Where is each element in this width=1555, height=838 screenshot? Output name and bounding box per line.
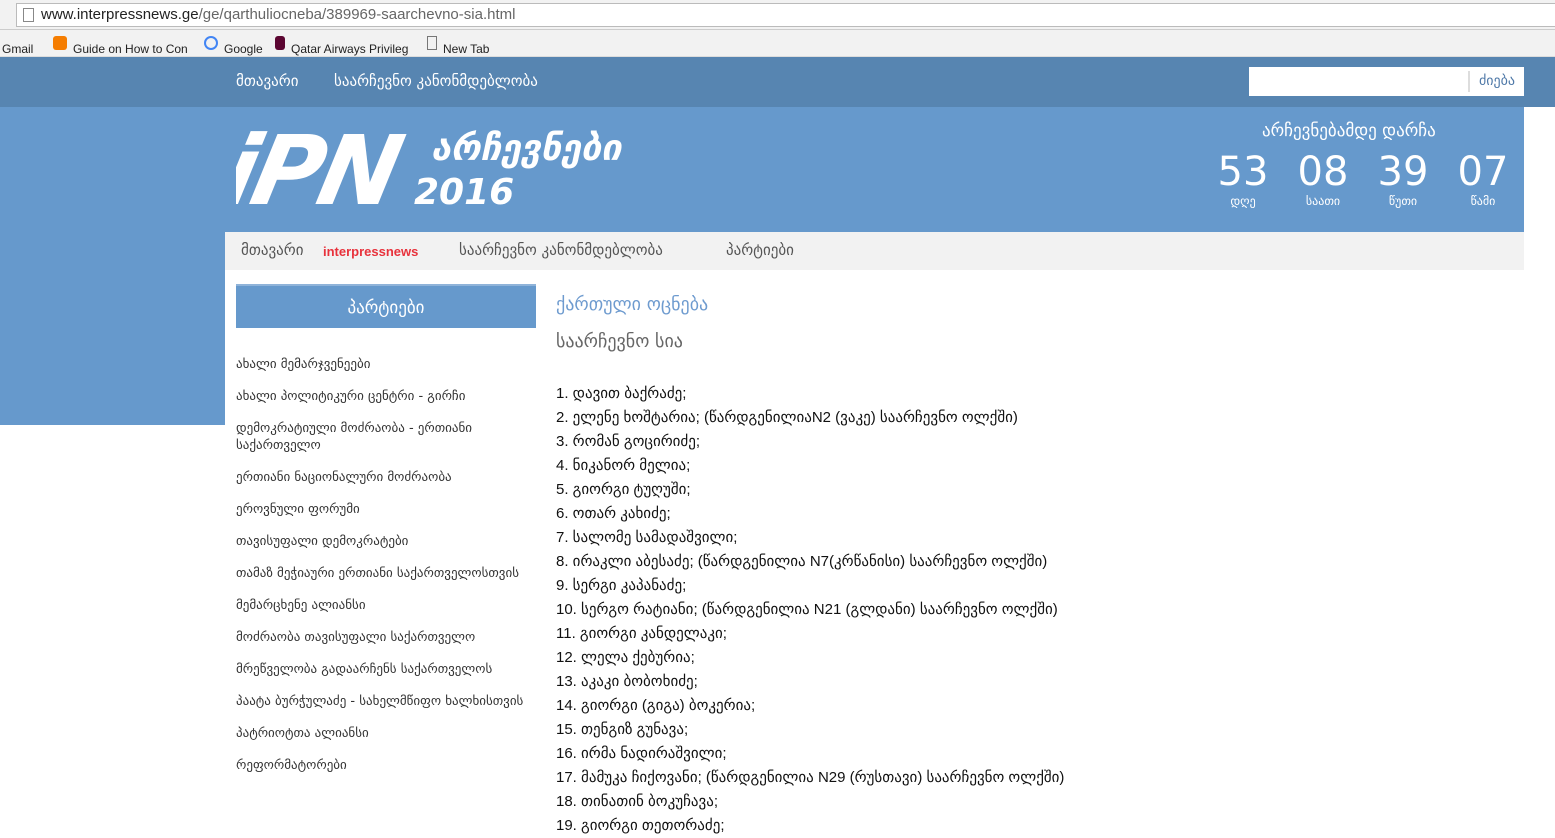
subnav-home[interactable]: მთავარი bbox=[241, 241, 303, 259]
candidate-item: 11. გიორგი კანდელაკი; bbox=[556, 625, 727, 642]
subnav-interpressnews[interactable]: interpressnews bbox=[323, 244, 418, 259]
countdown-days: 53 დღე bbox=[1217, 149, 1269, 208]
svg-text:2016: 2016 bbox=[414, 172, 514, 210]
sidebar-item[interactable]: პატრიოტთა ალიანსი bbox=[236, 725, 531, 742]
bookmark-new-tab[interactable]: New Tab bbox=[427, 36, 489, 56]
qatar-icon bbox=[275, 36, 285, 50]
sidebar-item[interactable]: თამაზ მეჭიაური ერთიანი საქართველოსთვის bbox=[236, 565, 531, 582]
candidate-item: 8. ირაკლი აბესაძე; (წარდგენილია N7(კრწან… bbox=[556, 553, 1048, 570]
address-bar[interactable]: www.interpressnews.ge/ge/qarthuliocneba/… bbox=[0, 0, 1555, 30]
party-list: ახალი მემარჯვენეები ახალი პოლიტიკური ცენ… bbox=[236, 356, 531, 789]
candidate-list: 1. დავით ბაქრაძე; 2. ელენე ხოშტარია; (წარ… bbox=[556, 382, 1064, 838]
candidate-item: 6. ოთარ კახიძე; bbox=[556, 505, 671, 522]
candidate-item: 10. სერგო რატიანი; (წარდგენილია N21 (გლდ… bbox=[556, 601, 1058, 618]
svg-text:არჩევნები: არჩევნები bbox=[431, 128, 624, 169]
search-input[interactable] bbox=[1249, 67, 1459, 96]
bookmark-qatar[interactable]: Qatar Airways Privileg bbox=[275, 36, 408, 56]
svg-text:iPN: iPN bbox=[236, 120, 411, 210]
candidate-item: 1. დავით ბაქრაძე; bbox=[556, 385, 687, 402]
subnav-election-law[interactable]: საარჩევნო კანონმდებლობა bbox=[459, 241, 663, 259]
candidate-item: 14. გიორგი (გიგა) ბოკერია; bbox=[556, 697, 756, 714]
candidate-item: 16. ირმა ნადირაშვილი; bbox=[556, 745, 727, 762]
ipn-logo[interactable]: iPN არჩევნები 2016 bbox=[213, 115, 686, 227]
candidate-item: 5. გიორგი ტუღუში; bbox=[556, 481, 691, 498]
subnav-parties[interactable]: პარტიები bbox=[726, 241, 794, 259]
sidebar-title[interactable]: პარტიები bbox=[236, 284, 536, 328]
sidebar-item[interactable]: პაატა ბურჭულაძე - სახელმწიფო ხალხისთვის bbox=[236, 693, 531, 710]
nav-home[interactable]: მთავარი bbox=[236, 72, 298, 90]
sidebar-item[interactable]: თავისუფალი დემოკრატები bbox=[236, 533, 531, 550]
sidebar-item[interactable]: მოძრაობა თავისუფალი საქართველო bbox=[236, 629, 531, 646]
countdown-hours: 08 საათი bbox=[1297, 149, 1349, 208]
sub-nav: მთავარი interpressnews საარჩევნო კანონმდ… bbox=[225, 232, 1524, 270]
sidebar-item[interactable]: რეფორმატორები bbox=[236, 757, 531, 774]
countdown-seconds: 07 წამი bbox=[1457, 149, 1509, 208]
candidate-item: 19. გიორგი თეთორაძე; bbox=[556, 817, 725, 834]
sidebar-item[interactable]: ეროვნული ფორუმი bbox=[236, 501, 531, 518]
logo-graphic: iPN არჩევნები 2016 bbox=[213, 115, 624, 227]
list-heading: საარჩევნო სია bbox=[556, 331, 683, 352]
candidate-item: 2. ელენე ხოშტარია; (წარდგენილიაN2 (ვაკე)… bbox=[556, 409, 1018, 426]
sidebar-item[interactable]: ერთიანი ნაციონალური მოძრაობა bbox=[236, 469, 531, 486]
bookmark-google[interactable]: Google bbox=[204, 36, 263, 56]
page-icon bbox=[427, 36, 437, 50]
sidebar-item[interactable]: მრეწველობა გადაარჩენს საქართველოს bbox=[236, 661, 531, 678]
countdown-minutes: 39 წუთი bbox=[1377, 149, 1429, 208]
candidate-item: 12. ლელა ქებურია; bbox=[556, 649, 695, 666]
sidebar-item[interactable]: ახალი მემარჯვენეები bbox=[236, 356, 531, 373]
bookmarks-bar: Gmail Guide on How to Con Google Qatar A… bbox=[0, 30, 1555, 57]
candidate-item: 15. თენგიზ გუნავა; bbox=[556, 721, 689, 738]
candidate-item: 18. თინათინ ბოკუჩავა; bbox=[556, 793, 719, 810]
sidebar-item[interactable]: დემოკრატიული მოძრაობა - ერთიანი საქართვე… bbox=[236, 420, 531, 454]
blogger-icon bbox=[53, 36, 67, 50]
countdown-title: არჩევნებამდე დარჩა bbox=[1262, 121, 1436, 141]
search-button[interactable]: ძიება bbox=[1467, 71, 1524, 92]
sidebar-item[interactable]: მემარცხენე ალიანსი bbox=[236, 597, 531, 614]
content-area: მთავარი interpressnews საარჩევნო კანონმდ… bbox=[225, 232, 1524, 834]
page-icon bbox=[23, 8, 34, 22]
party-title: ქართული ოცნება bbox=[556, 294, 709, 315]
candidate-item: 13. აკაკი ბობოხიძე; bbox=[556, 673, 698, 690]
bookmark-guide[interactable]: Guide on How to Con bbox=[53, 36, 188, 56]
search-box: ძიება bbox=[1249, 67, 1524, 96]
candidate-item: 7. სალომე სამადაშვილი; bbox=[556, 529, 738, 546]
top-nav: მთავარი საარჩევნო კანონმდებლობა ძიება bbox=[0, 57, 1555, 107]
candidate-item: 17. მამუკა ჩიქოვანი; (წარდგენილია N29 (რ… bbox=[556, 769, 1065, 786]
google-icon bbox=[204, 36, 218, 50]
url-field[interactable]: www.interpressnews.ge/ge/qarthuliocneba/… bbox=[16, 3, 1555, 27]
sidebar-item[interactable]: ახალი პოლიტიკური ცენტრი - გირჩი bbox=[236, 388, 531, 405]
candidate-item: 9. სერგი კაპანაძე; bbox=[556, 577, 687, 594]
nav-election-law[interactable]: საარჩევნო კანონმდებლობა bbox=[334, 72, 538, 90]
candidate-item: 4. ნიკანორ მელია; bbox=[556, 457, 691, 474]
candidate-item: 3. რომან გოცირიძე; bbox=[556, 433, 701, 450]
